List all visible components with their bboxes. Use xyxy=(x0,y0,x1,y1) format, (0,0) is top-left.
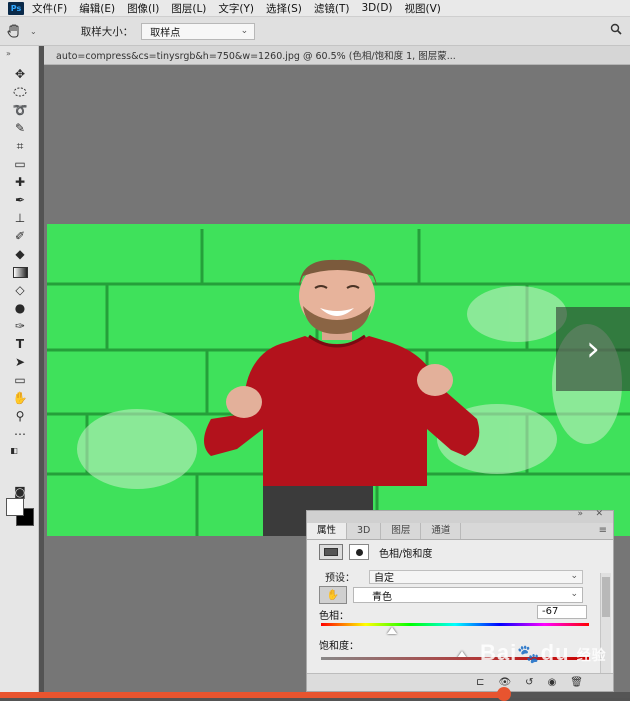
visibility-icon[interactable]: ◉ xyxy=(548,677,557,688)
menu-bar: Ps 文件(F) 编辑(E) 图像(I) 图层(L) 文字(Y) 选择(S) 滤… xyxy=(0,0,630,17)
pen-tool-icon[interactable]: ✑ xyxy=(10,318,30,334)
tab-3d[interactable]: 3D xyxy=(347,523,382,539)
tab-properties[interactable]: 属性 xyxy=(307,523,348,539)
photoshop-logo-icon[interactable]: Ps xyxy=(8,1,24,15)
zoom-tool-icon[interactable]: ⚲ xyxy=(10,408,30,424)
hue-control: 色相： -67 xyxy=(319,605,589,634)
sample-size-label: 取样大小： xyxy=(80,25,134,38)
watermark-brand: Bai xyxy=(480,640,518,665)
menu-image[interactable]: 图像(I) xyxy=(127,1,159,16)
sample-size-value: 取样点 xyxy=(150,27,181,39)
crop-tool-icon[interactable]: ⌗ xyxy=(10,138,30,154)
path-select-tool-icon[interactable]: ➤ xyxy=(10,354,30,370)
chevron-down-icon: ⌄ xyxy=(570,589,578,599)
eraser-tool-icon[interactable]: ◆ xyxy=(10,246,30,262)
chevron-right-icon: › xyxy=(586,329,600,369)
brush-tool-icon[interactable]: ✒ xyxy=(10,192,30,208)
document-tab[interactable]: auto=compress&cs=tinysrgb&h=750&w=1260.j… xyxy=(56,48,456,62)
tools-panel: » ✥ ➰ ✎ ⌗ ▭ ✚ ✒ ⊥ ✐ ◆ ◇ ● ✑ T ➤ ▭ ✋ ⚲ ⋯ … xyxy=(0,46,39,698)
menu-edit[interactable]: 编辑(E) xyxy=(79,1,115,16)
panel-footer: ⊏ 👁 ↺ ◉ 🗑 xyxy=(307,673,613,691)
saturation-label: 饱和度： xyxy=(319,641,359,652)
hue-value-field[interactable]: -67 xyxy=(537,605,587,619)
history-brush-tool-icon[interactable]: ✐ xyxy=(10,228,30,244)
preset-select[interactable]: 自定 ⌄ xyxy=(369,569,583,584)
chevron-down-icon[interactable]: ⌄ xyxy=(30,27,37,36)
gradient-tool-icon[interactable] xyxy=(10,264,30,280)
panel-header: » ✕ xyxy=(307,509,613,523)
close-icon[interactable]: ✕ xyxy=(595,509,603,519)
watermark-paw-icon: 🐾 xyxy=(517,644,541,664)
clip-to-layer-icon[interactable]: ⊏ xyxy=(476,677,484,688)
collapse-icon[interactable]: » xyxy=(6,49,11,58)
type-tool-icon[interactable]: T xyxy=(10,336,30,352)
hue-label: 色相： xyxy=(319,611,349,622)
chevron-down-icon: ⌄ xyxy=(570,570,578,581)
delete-icon[interactable]: 🗑 xyxy=(570,677,583,688)
panel-menu-icon[interactable]: ≡ xyxy=(599,525,607,536)
canvas-image[interactable] xyxy=(47,224,630,536)
dodge-tool-icon[interactable]: ● xyxy=(10,300,30,316)
properties-header: 色相/饱和度 xyxy=(319,544,432,560)
menu-filter[interactable]: 滤镜(T) xyxy=(314,1,350,16)
rectangle-tool-icon[interactable]: ▭ xyxy=(10,372,30,388)
menu-layer[interactable]: 图层(L) xyxy=(171,1,206,16)
menu-file[interactable]: 文件(F) xyxy=(32,1,67,16)
properties-title: 色相/饱和度 xyxy=(379,548,433,560)
stamp-tool-icon[interactable]: ⊥ xyxy=(10,210,30,226)
reset-icon[interactable]: ↺ xyxy=(525,677,533,688)
channel-row: ✋ 青色 ⌄ xyxy=(319,586,583,604)
collapse-panel-icon[interactable]: » xyxy=(577,509,583,519)
targeted-adjustment-hand-icon[interactable]: ✋ xyxy=(319,586,347,604)
scrollbar-thumb[interactable] xyxy=(602,577,610,617)
menu-select[interactable]: 选择(S) xyxy=(266,1,302,16)
channel-select[interactable]: 青色 ⌄ xyxy=(353,587,583,603)
hue-slider-track[interactable] xyxy=(321,623,589,626)
chevron-down-icon: ⌄ xyxy=(240,25,249,36)
preset-label: 预设： xyxy=(325,573,355,584)
lasso-tool-icon[interactable]: ➰ xyxy=(10,102,30,118)
blur-tool-icon[interactable]: ◇ xyxy=(10,282,30,298)
search-icon[interactable] xyxy=(610,23,622,38)
tab-layers[interactable]: 图层 xyxy=(381,523,422,539)
document-tab-bar: auto=compress&cs=tinysrgb&h=750&w=1260.j… xyxy=(44,46,630,65)
video-progress-bar[interactable] xyxy=(0,687,630,701)
preset-row: 预设： 自定 ⌄ xyxy=(325,569,583,584)
hand-icon[interactable] xyxy=(0,23,30,39)
menu-type[interactable]: 文字(Y) xyxy=(218,1,254,16)
preset-value: 自定 xyxy=(374,573,394,584)
marquee-tool-icon[interactable] xyxy=(10,84,30,100)
baidu-watermark-logo: Bai🐾du 经验 xyxy=(480,640,607,666)
default-colors-icon[interactable]: ◧ xyxy=(4,442,24,458)
channel-value: 青色 xyxy=(372,591,392,603)
frame-tool-icon[interactable]: ▭ xyxy=(10,156,30,172)
healing-tool-icon[interactable]: ✚ xyxy=(10,174,30,190)
quick-select-tool-icon[interactable]: ✎ xyxy=(10,120,30,136)
progress-fill xyxy=(0,692,504,698)
panel-tabs: 属性 3D 图层 通道 ≡ xyxy=(307,523,613,540)
mask-icon[interactable] xyxy=(349,544,369,560)
progress-handle[interactable] xyxy=(497,687,511,701)
next-arrow-button[interactable]: › xyxy=(556,307,630,391)
hand-tool-icon[interactable]: ✋ xyxy=(10,390,30,406)
sample-size-select[interactable]: 取样点 ⌄ xyxy=(141,22,256,40)
menu-3d[interactable]: 3D(D) xyxy=(361,2,392,14)
panel-scrollbar[interactable] xyxy=(600,573,611,683)
watermark-suffix: 经验 xyxy=(576,647,607,663)
foreground-color-swatch[interactable] xyxy=(6,498,24,516)
move-tool-icon[interactable]: ✥ xyxy=(10,66,30,82)
tab-channels[interactable]: 通道 xyxy=(421,523,462,539)
more-tools-icon[interactable]: ⋯ xyxy=(10,426,30,442)
adjustment-icon[interactable] xyxy=(319,544,343,560)
hue-slider-thumb[interactable] xyxy=(387,627,397,634)
options-bar: ⌄ 取样大小： 取样点 ⌄ xyxy=(0,17,630,46)
menu-view[interactable]: 视图(V) xyxy=(405,1,441,16)
watermark-du: du xyxy=(540,640,570,665)
